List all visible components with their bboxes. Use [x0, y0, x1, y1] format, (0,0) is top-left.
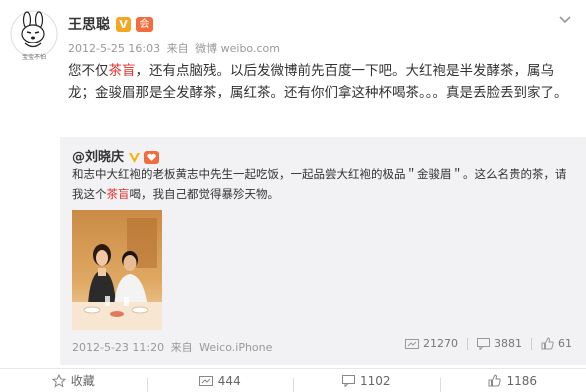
- repost-hashtag-link[interactable]: 茶盲: [107, 187, 130, 201]
- post-text-part2: ，还有点脑残。以后发微博前先百度一下吧。大红袍是半发酵茶，属乌龙；金骏眉那是全发…: [68, 63, 568, 101]
- member-badge[interactable]: 会: [136, 16, 153, 32]
- repost-repost-count[interactable]: 21270: [405, 337, 458, 350]
- avatar-caption: 宝宝不怕: [21, 54, 46, 61]
- post-timestamp[interactable]: 2012-5-25 16:03: [68, 42, 160, 55]
- post-text: 您不仅茶盲，还有点脑残。以后发微博前先百度一下吧。大红袍是半发酵茶，属乌龙；金骏…: [68, 60, 576, 104]
- avatar[interactable]: [10, 10, 58, 58]
- repost-comment-count[interactable]: 3881: [477, 337, 522, 350]
- hashtag-link[interactable]: 茶盲: [109, 63, 136, 79]
- star-icon: [51, 373, 66, 387]
- dinner-photo-image: [72, 210, 162, 330]
- repost-like-count[interactable]: 61: [541, 337, 572, 350]
- repost-text: 和志中大红袍的老板黄志中先生一起吃饭，一起品尝大红袍的极品＂金骏眉＂。这么名贵的…: [72, 164, 572, 204]
- comment-count: 1102: [359, 373, 391, 388]
- repost-comment-count-value: 3881: [494, 337, 522, 350]
- divider: [467, 337, 468, 350]
- repost-like-count-value: 61: [558, 337, 572, 350]
- verified-v-icon: [128, 149, 141, 163]
- author-name[interactable]: 王思聪: [68, 14, 110, 34]
- post-text-part1: 您不仅: [68, 63, 109, 79]
- member-heart-icon: [144, 149, 160, 164]
- repost-button[interactable]: 444: [146, 373, 294, 392]
- repost-count: 444: [217, 373, 241, 388]
- like-button[interactable]: 1186: [439, 373, 586, 392]
- chevron-down-icon[interactable]: [558, 12, 572, 26]
- like-count: 1186: [506, 373, 538, 388]
- repost-author[interactable]: @刘晓庆: [72, 146, 124, 165]
- repost-icon: [405, 338, 419, 349]
- favorite-button[interactable]: 收藏: [0, 372, 147, 389]
- action-bar: 收藏 444 1102 1186: [0, 368, 586, 392]
- from-label: 来自: [166, 42, 189, 55]
- comment-icon: [341, 374, 355, 387]
- post-source[interactable]: 微博 weibo.com: [195, 42, 280, 55]
- repost-card: @刘晓庆 和志中大红袍的老板黄志中先生一起吃饭，一起品尝大红袍的极品＂金骏眉＂。…: [60, 137, 586, 365]
- repost-text-part2: 喝，我自己都觉得暴殄天物。: [129, 187, 280, 201]
- divider: [531, 337, 532, 350]
- repost-stats: 21270 3881 61: [405, 337, 572, 350]
- avatar-cartoon-icon: [10, 10, 58, 58]
- repost-photo[interactable]: [72, 210, 162, 330]
- verified-badge[interactable]: V: [116, 16, 131, 32]
- favorite-label: 收藏: [70, 374, 95, 388]
- repost-icon: [198, 375, 213, 386]
- comment-button[interactable]: 1102: [293, 373, 440, 392]
- thumbs-up-icon: [488, 374, 502, 387]
- comment-icon: [477, 337, 490, 350]
- repost-meta: 2012-5-23 11:20 来自 Weico.iPhone: [72, 339, 272, 355]
- repost-from-label: 来自: [170, 341, 193, 354]
- repost-repost-count-value: 21270: [423, 337, 458, 350]
- thumbs-up-icon: [541, 337, 554, 350]
- repost-timestamp[interactable]: 2012-5-23 11:20: [72, 341, 164, 354]
- repost-source[interactable]: Weico.iPhone: [199, 341, 272, 354]
- post-meta: 2012-5-25 16:03 来自 微博 weibo.com: [68, 40, 280, 56]
